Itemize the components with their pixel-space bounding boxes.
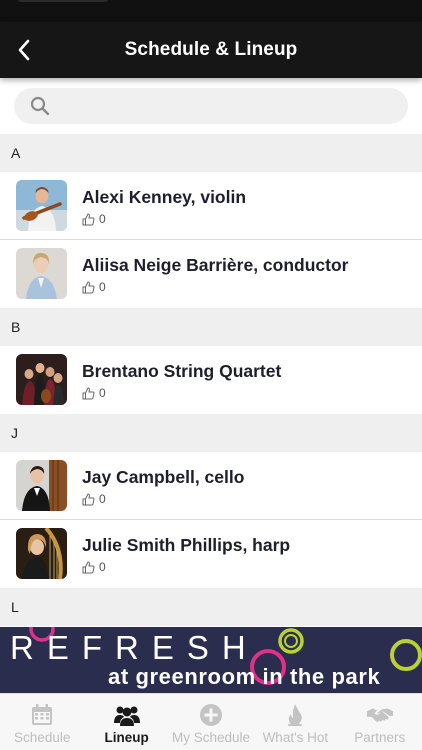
list-item-jay-campbell[interactable]: Jay Campbell, cello 0 xyxy=(0,452,422,520)
search-bar[interactable] xyxy=(14,88,408,124)
like-count[interactable]: 0 xyxy=(82,212,106,226)
section-header-l: L xyxy=(0,588,422,626)
list-item-julie-smith-phillips[interactable]: Julie Smith Phillips, harp 0 xyxy=(0,520,422,588)
search-bar-container xyxy=(0,78,422,134)
search-icon xyxy=(30,96,50,116)
tab-lineup[interactable]: Lineup xyxy=(84,694,168,750)
status-bar xyxy=(0,0,422,22)
lineup-list: A Alexi Kenney, violin 0 Aliisa Neige Ba… xyxy=(0,134,422,626)
tab-schedule[interactable]: Schedule xyxy=(0,694,84,750)
artist-name: Aliisa Neige Barrière, conductor xyxy=(82,255,349,275)
people-icon xyxy=(113,706,140,726)
chevron-left-icon xyxy=(18,39,30,61)
tab-my-schedule[interactable]: My Schedule xyxy=(169,694,253,750)
artist-name: Brentano String Quartet xyxy=(82,361,282,381)
list-item-aliisa-neige-barriere[interactable]: Aliisa Neige Barrière, conductor 0 xyxy=(0,240,422,308)
list-item-alexi-kenney[interactable]: Alexi Kenney, violin 0 xyxy=(0,172,422,240)
thumbs-up-icon xyxy=(82,492,95,505)
thumbs-up-icon xyxy=(82,280,95,293)
tab-whats-hot[interactable]: What's Hot xyxy=(253,694,337,750)
app-header: Schedule & Lineup xyxy=(0,22,422,78)
thumbs-up-icon xyxy=(82,560,95,573)
tab-label: My Schedule xyxy=(171,730,250,745)
like-count-value: 0 xyxy=(99,280,106,294)
artist-name: Alexi Kenney, violin xyxy=(82,187,247,207)
avatar xyxy=(16,354,67,405)
like-count-value: 0 xyxy=(99,212,106,226)
avatar xyxy=(16,180,67,231)
tab-label: Schedule xyxy=(14,730,71,745)
tab-label: What's Hot xyxy=(262,730,329,745)
avatar xyxy=(16,528,67,579)
search-input[interactable] xyxy=(60,97,380,115)
avatar xyxy=(16,460,67,511)
like-count-value: 0 xyxy=(99,386,106,400)
flame-icon xyxy=(288,704,303,726)
banner-tagline: at greenroom in the park xyxy=(108,664,381,689)
handshake-icon xyxy=(366,708,393,722)
calendar-icon xyxy=(32,704,53,725)
thumbs-up-icon xyxy=(82,386,95,399)
tab-label: Partners xyxy=(354,730,406,745)
status-bar-content xyxy=(18,0,108,2)
artist-name: Jay Campbell, cello xyxy=(82,467,245,487)
like-count[interactable]: 0 xyxy=(82,492,106,506)
section-header-a: A xyxy=(0,134,422,172)
section-header-j: J xyxy=(0,414,422,452)
like-count-value: 0 xyxy=(99,560,106,574)
back-button[interactable] xyxy=(10,36,38,64)
page-title: Schedule & Lineup xyxy=(124,39,298,60)
tab-partners[interactable]: Partners xyxy=(338,694,422,750)
bottom-tab-bar: Schedule Lineup My Schedule What's Hot P… xyxy=(0,693,422,750)
avatar xyxy=(16,248,67,299)
artist-name: Julie Smith Phillips, harp xyxy=(82,535,291,555)
like-count[interactable]: 0 xyxy=(82,386,106,400)
list-item-brentano-string-quartet[interactable]: Brentano String Quartet 0 xyxy=(0,346,422,414)
like-count-value: 0 xyxy=(99,492,106,506)
thumbs-up-icon xyxy=(82,212,95,225)
like-count[interactable]: 0 xyxy=(82,280,106,294)
like-count[interactable]: 0 xyxy=(82,560,106,574)
section-header-b: B xyxy=(0,308,422,346)
tab-label: Lineup xyxy=(104,730,149,745)
banner-title: REFRESH xyxy=(10,629,259,666)
plus-circle-icon xyxy=(199,704,222,726)
sponsor-banner[interactable]: REFRESH at greenroom in the park xyxy=(0,627,422,693)
